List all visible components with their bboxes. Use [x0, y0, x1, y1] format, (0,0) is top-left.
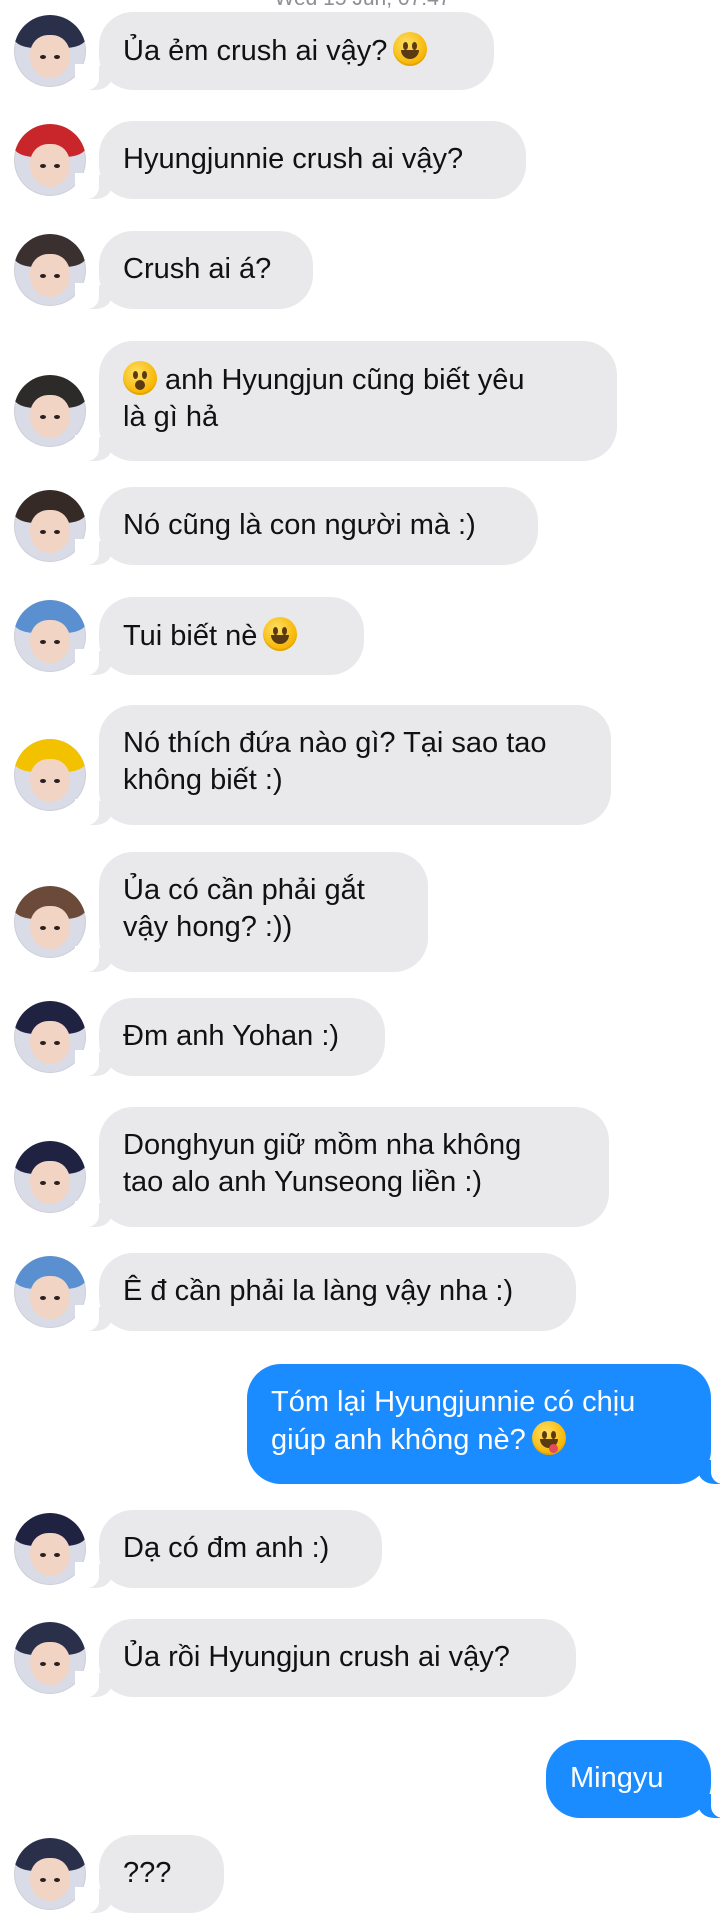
message-row: Tóm lại Hyungjunnie có chịu giúp anh khôn…	[0, 1364, 725, 1484]
message-line: Dạ có đm anh :)	[123, 1530, 358, 1567]
message-line: vậy hong? :))	[123, 909, 404, 946]
grin-emoji-icon	[263, 617, 298, 651]
received-message-bubble[interactable]: Đm anh Yohan :)	[75, 998, 385, 1076]
message-line: Ủa ẻm crush ai vậy?	[123, 32, 470, 70]
message-text: giúp anh không nè?	[271, 1424, 526, 1456]
message-line: Hyungjunnie crush ai vậy?	[123, 141, 502, 178]
message-text: vậy hong? :))	[123, 911, 293, 943]
grin-emoji-icon	[393, 32, 428, 66]
message-text: anh Hyungjun cũng biết yêu	[165, 364, 525, 396]
message-row: Nó thích đứa nào gì? Tại sao tao không bi…	[0, 705, 725, 825]
message-line: không biết :)	[123, 762, 587, 799]
message-line: Donghyun giữ mồm nha không	[123, 1127, 585, 1164]
message-text: Ê đ cần phải la làng vậy nha :)	[123, 1275, 514, 1307]
message-row: Dạ có đm anh :)	[0, 1510, 725, 1588]
message-text: là gì hả	[123, 401, 219, 433]
received-message-bubble[interactable]: Donghyun giữ mồm nha không tao alo anh Yu…	[75, 1107, 609, 1227]
message-row: Ủa rồi Hyungjun crush ai vậy?	[0, 1619, 725, 1697]
received-message-bubble[interactable]: Hyungjunnie crush ai vậy?	[75, 121, 526, 199]
message-text: không biết :)	[123, 764, 283, 796]
message-text: Nó thích đứa nào gì? Tại sao tao	[123, 727, 547, 759]
message-line: anh Hyungjun cũng biết yêu	[123, 361, 593, 399]
message-line: Nó thích đứa nào gì? Tại sao tao	[123, 725, 587, 762]
message-row: Ủa ẻm crush ai vậy?	[0, 12, 725, 90]
received-message-bubble[interactable]: Ủa ẻm crush ai vậy?	[75, 12, 494, 90]
received-message-bubble[interactable]: Ủa có cần phải gắt vậy hong? :))	[75, 852, 428, 972]
message-line: Ê đ cần phải la làng vậy nha :)	[123, 1273, 552, 1310]
message-row: ???	[0, 1835, 725, 1913]
message-text: Ủa có cần phải gắt	[123, 874, 365, 906]
message-text: Tui biết nè	[123, 620, 258, 652]
message-line: Mingyu	[570, 1760, 687, 1797]
surprised-emoji-icon	[123, 361, 157, 395]
message-line: ???	[123, 1855, 200, 1892]
message-text: Crush ai á?	[123, 253, 272, 285]
message-text: Mingyu	[570, 1762, 664, 1794]
message-text: Dạ có đm anh :)	[123, 1532, 330, 1564]
status-time: Wed 15 Jun, 07:47	[0, 0, 725, 11]
received-message-bubble[interactable]: anh Hyungjun cũng biết yêu là gì hả	[75, 341, 617, 461]
sent-message-bubble[interactable]: Tóm lại Hyungjunnie có chịu giúp anh khôn…	[247, 1364, 725, 1484]
message-line: Tóm lại Hyungjunnie có chịu	[271, 1384, 687, 1421]
received-message-bubble[interactable]: Tui biết nè	[75, 597, 364, 675]
message-row: Ê đ cần phải la làng vậy nha :)	[0, 1253, 725, 1331]
received-message-bubble[interactable]: Crush ai á?	[75, 231, 313, 309]
received-message-bubble[interactable]: Nó cũng là con người mà :)	[75, 487, 538, 565]
message-row: Hyungjunnie crush ai vậy?	[0, 121, 725, 199]
message-text: Nó cũng là con người mà :)	[123, 509, 476, 541]
message-text: tao alo anh Yunseong liền :)	[123, 1166, 483, 1198]
message-text: Đm anh Yohan :)	[123, 1020, 340, 1052]
yum-emoji-icon	[531, 1421, 566, 1455]
message-row: Mingyu	[0, 1740, 725, 1818]
message-line: Crush ai á?	[123, 251, 289, 288]
message-line: Ủa rồi Hyungjun crush ai vậy?	[123, 1639, 552, 1676]
message-text: Tóm lại Hyungjunnie có chịu	[271, 1386, 636, 1418]
received-message-bubble[interactable]: Nó thích đứa nào gì? Tại sao tao không bi…	[75, 705, 611, 825]
message-text: Ủa ẻm crush ai vậy?	[123, 35, 388, 67]
message-row: Crush ai á?	[0, 231, 725, 309]
message-row: Tui biết nè	[0, 597, 725, 675]
received-message-bubble[interactable]: Ủa rồi Hyungjun crush ai vậy?	[75, 1619, 576, 1697]
message-text: Hyungjunnie crush ai vậy?	[123, 143, 464, 175]
message-row: anh Hyungjun cũng biết yêu là gì hả	[0, 341, 725, 461]
message-text: Ủa rồi Hyungjun crush ai vậy?	[123, 1641, 510, 1673]
message-line: là gì hả	[123, 399, 593, 436]
received-message-bubble[interactable]: Ê đ cần phải la làng vậy nha :)	[75, 1253, 576, 1331]
message-line: Nó cũng là con người mà :)	[123, 507, 514, 544]
message-line: Ủa có cần phải gắt	[123, 872, 404, 909]
message-line: tao alo anh Yunseong liền :)	[123, 1164, 585, 1201]
message-text: ???	[123, 1857, 172, 1889]
message-text: Donghyun giữ mồm nha không	[123, 1129, 522, 1161]
message-row: Ủa có cần phải gắt vậy hong? :))	[0, 852, 725, 972]
received-message-bubble[interactable]: Dạ có đm anh :)	[75, 1510, 382, 1588]
received-message-bubble[interactable]: ???	[75, 1835, 224, 1913]
sent-message-bubble[interactable]: Mingyu	[546, 1740, 725, 1818]
message-row: Nó cũng là con người mà :)	[0, 487, 725, 565]
message-line: giúp anh không nè?	[271, 1421, 687, 1459]
message-row: Đm anh Yohan :)	[0, 998, 725, 1076]
message-row: Donghyun giữ mồm nha không tao alo anh Yu…	[0, 1107, 725, 1227]
message-line: Đm anh Yohan :)	[123, 1018, 361, 1055]
message-line: Tui biết nè	[123, 617, 340, 655]
